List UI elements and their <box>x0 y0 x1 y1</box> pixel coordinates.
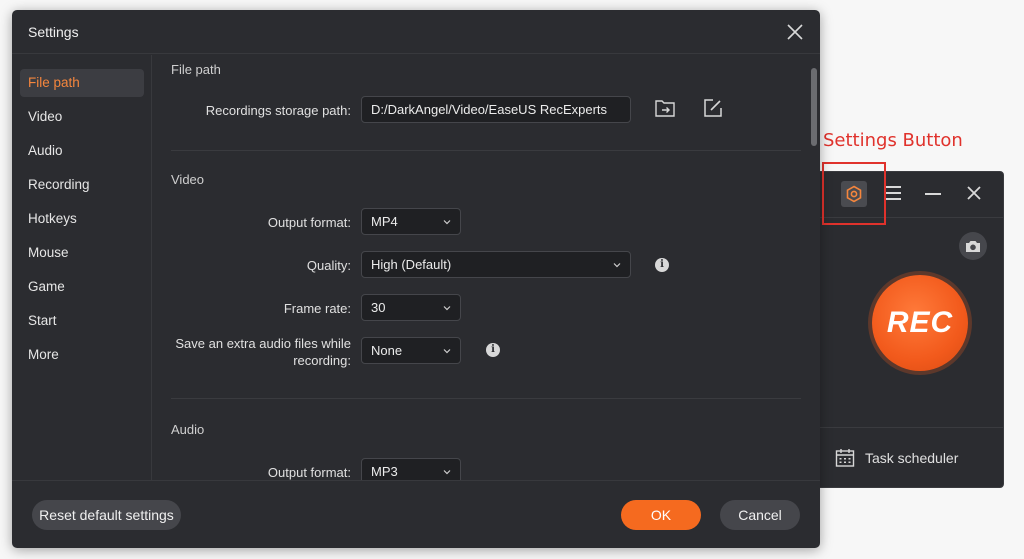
info-icon[interactable]: i <box>486 343 500 357</box>
sidebar-item-mouse[interactable]: Mouse <box>20 239 144 267</box>
frame-rate-select[interactable]: 30 <box>361 294 461 321</box>
screenshot-button[interactable] <box>959 232 987 260</box>
minimize-icon[interactable] <box>925 193 941 195</box>
storage-path-field[interactable]: D:/DarkAngel/Video/EaseUS RecExperts <box>361 96 631 123</box>
ok-button[interactable]: OK <box>621 500 701 530</box>
divider <box>813 427 1003 428</box>
close-icon[interactable] <box>966 185 982 201</box>
sidebar-item-game[interactable]: Game <box>20 273 144 301</box>
extra-audio-label-line1: Save an extra audio files while <box>175 336 351 351</box>
video-output-format-select[interactable]: MP4 <box>361 208 461 235</box>
dialog-footer: Reset default settings OK Cancel <box>12 480 820 548</box>
folder-open-icon <box>655 100 675 117</box>
sidebar-item-video[interactable]: Video <box>20 103 144 131</box>
sidebar-item-more[interactable]: More <box>20 341 144 369</box>
extra-audio-label-line2: recording: <box>293 353 351 368</box>
sidebar-item-start[interactable]: Start <box>20 307 144 335</box>
task-scheduler-label: Task scheduler <box>865 450 959 466</box>
task-scheduler-button[interactable]: Task scheduler <box>835 448 958 468</box>
scrollbar-thumb[interactable] <box>811 68 817 146</box>
section-title-audio: Audio <box>171 422 205 437</box>
settings-dialog: Settings File path Video Audio Recording… <box>12 10 820 548</box>
settings-content: File path Recordings storage path: D:/Da… <box>153 55 820 480</box>
cancel-button[interactable]: Cancel <box>720 500 800 530</box>
close-icon[interactable] <box>786 23 804 41</box>
edit-path-button[interactable] <box>702 97 724 119</box>
chevron-down-icon <box>443 349 451 354</box>
rec-button[interactable]: REC <box>872 275 968 371</box>
reset-default-settings-button[interactable]: Reset default settings <box>32 500 181 530</box>
annotation-label: Settings Button <box>823 130 963 151</box>
sidebar-item-file-path[interactable]: File path <box>20 69 144 97</box>
sidebar-item-hotkeys[interactable]: Hotkeys <box>20 205 144 233</box>
video-output-format-value: MP4 <box>371 214 398 229</box>
audio-output-format-value: MP3 <box>371 464 398 479</box>
video-output-format-label: Output format: <box>267 215 351 230</box>
chevron-down-icon <box>443 470 451 475</box>
section-title-video: Video <box>171 172 205 187</box>
quality-select[interactable]: High (Default) <box>361 251 631 278</box>
content-scrollbar[interactable] <box>811 58 817 478</box>
frame-rate-value: 30 <box>371 300 386 315</box>
chevron-down-icon <box>613 263 621 268</box>
camera-icon <box>966 241 980 252</box>
dialog-title: Settings <box>28 24 79 40</box>
open-folder-button[interactable] <box>654 97 676 119</box>
dialog-header: Settings <box>12 10 820 54</box>
calendar-icon <box>835 449 855 467</box>
storage-path-label: Recordings storage path: <box>205 103 351 118</box>
section-divider <box>171 398 801 399</box>
quality-value: High (Default) <box>371 257 452 272</box>
info-icon[interactable]: i <box>655 258 669 272</box>
extra-audio-select[interactable]: None <box>361 337 461 364</box>
section-title-file-path: File path <box>171 62 221 77</box>
annotation-highlight-box <box>822 162 886 225</box>
audio-output-format-select[interactable]: MP3 <box>361 458 461 480</box>
extra-audio-label: Save an extra audio files while recordin… <box>161 335 351 369</box>
sidebar-item-recording[interactable]: Recording <box>20 171 144 199</box>
menu-icon[interactable] <box>885 186 901 200</box>
chevron-down-icon <box>443 220 451 225</box>
frame-rate-label: Frame rate: <box>283 301 351 316</box>
audio-output-format-label: Output format: <box>267 465 351 480</box>
chevron-down-icon <box>443 306 451 311</box>
extra-audio-value: None <box>371 343 403 358</box>
sidebar-item-audio[interactable]: Audio <box>20 137 144 165</box>
edit-icon <box>704 99 722 117</box>
section-divider <box>171 150 801 151</box>
quality-label: Quality: <box>306 258 351 273</box>
settings-sidebar: File path Video Audio Recording Hotkeys … <box>12 55 152 480</box>
